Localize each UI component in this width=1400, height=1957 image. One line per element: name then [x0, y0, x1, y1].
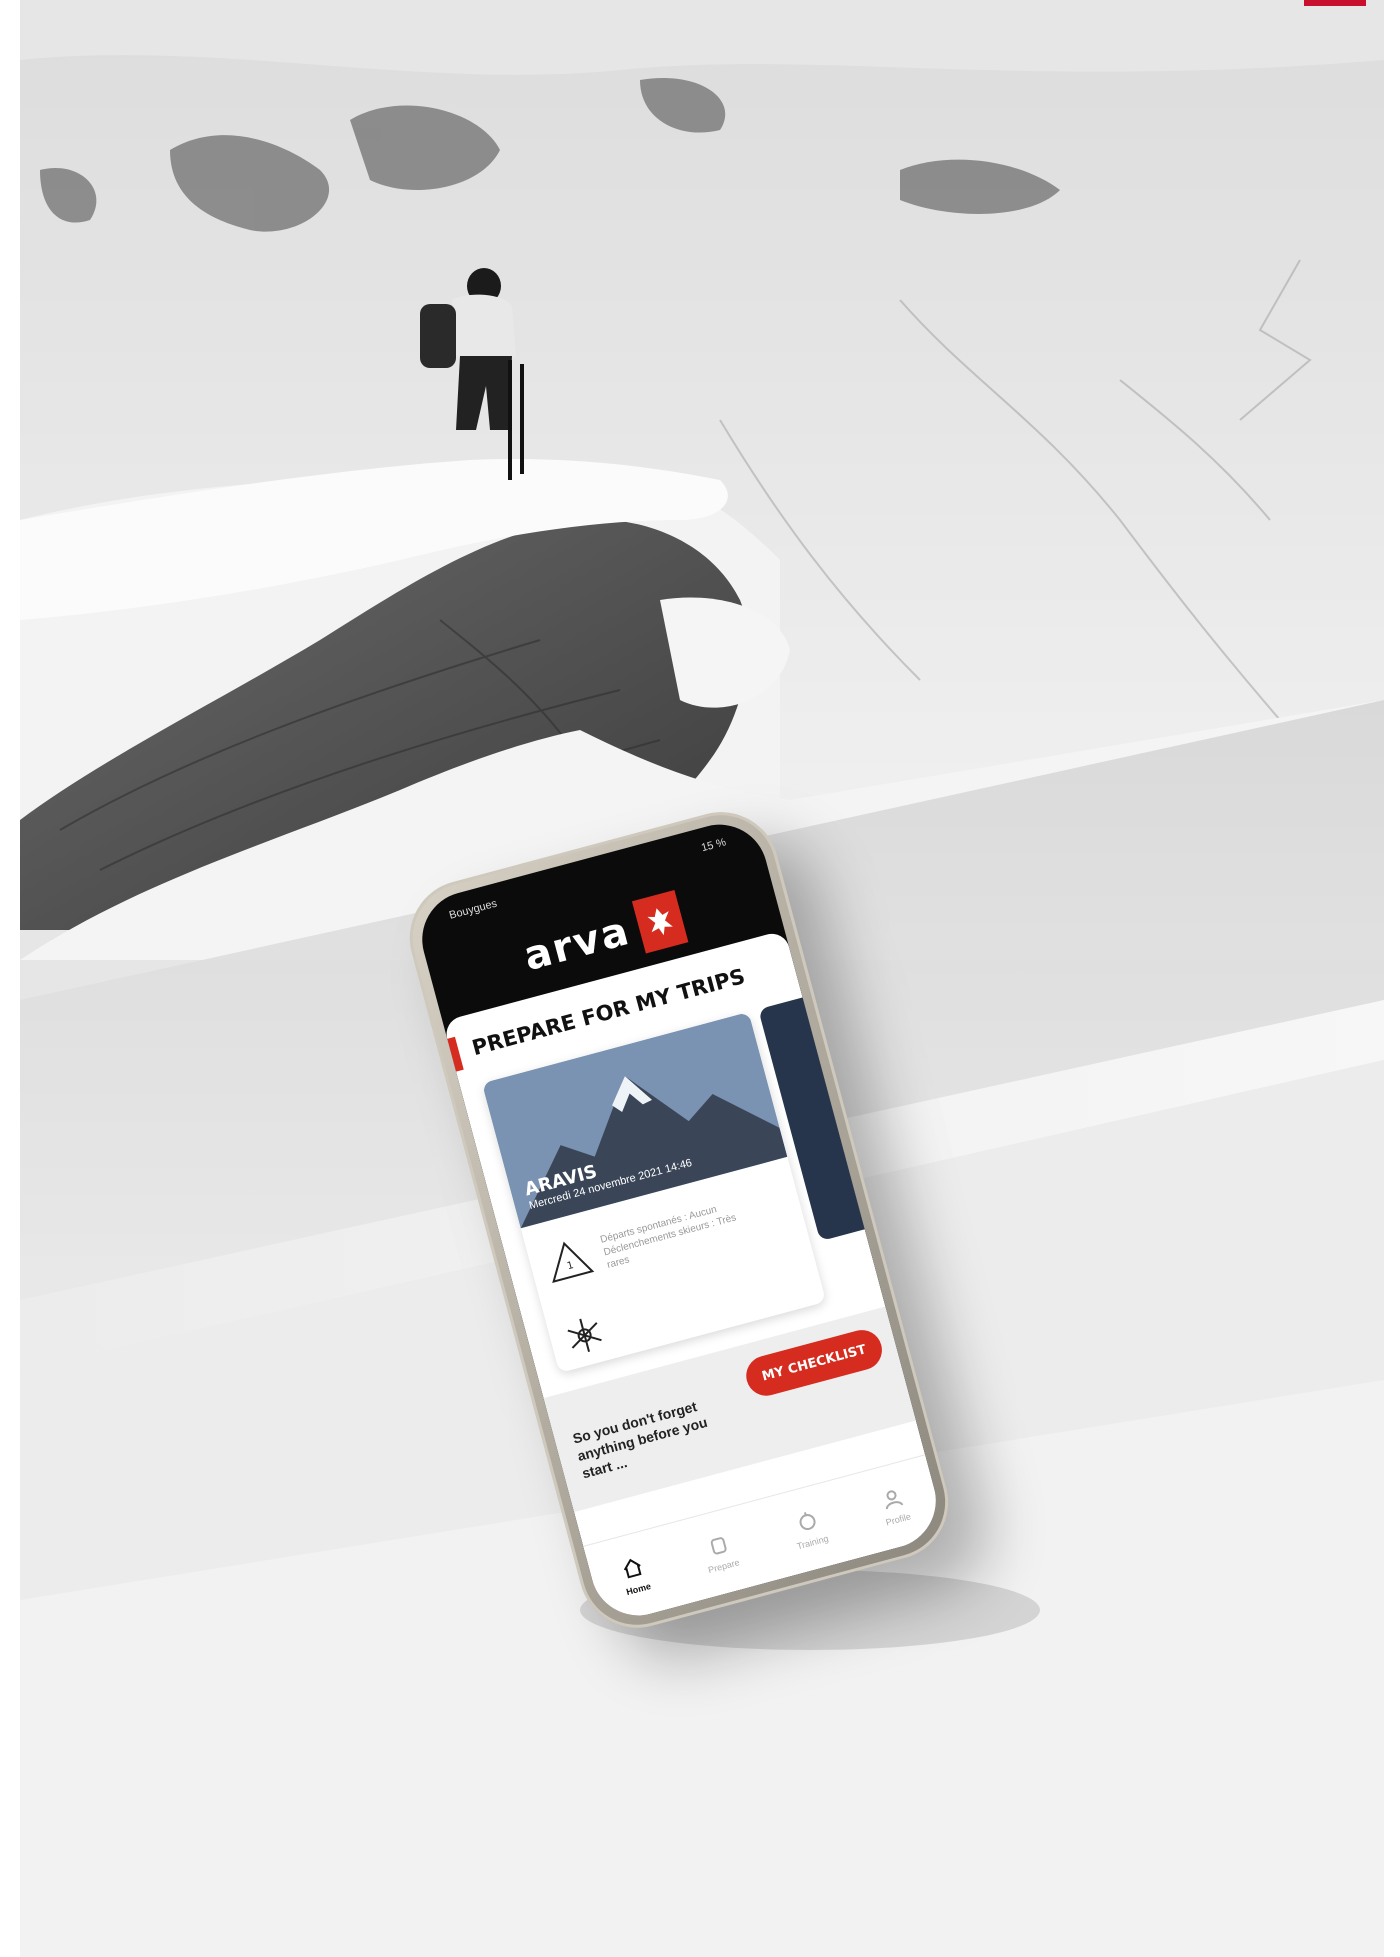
tab-home-label: Home [625, 1580, 652, 1598]
tab-training[interactable]: Training [789, 1506, 830, 1551]
avalanche-risk-text: Départs spontanés : Aucun Déclenchements… [599, 1204, 738, 1271]
carrier-label: Bouygues [447, 897, 499, 922]
tab-home[interactable]: Home [618, 1554, 652, 1597]
snowflake-icon [567, 1318, 610, 1364]
corner-accent-bar [1304, 0, 1366, 6]
tab-profile[interactable]: Profile [877, 1484, 912, 1528]
app-logo: arva [519, 907, 636, 981]
tab-profile-label: Profile [884, 1511, 912, 1528]
snow-row [560, 1311, 610, 1365]
backpack-icon [705, 1531, 732, 1560]
checklist-text: So you don't forget anything before you … [570, 1398, 710, 1482]
home-icon [619, 1554, 646, 1583]
photo-frame: Bouygues 15 % arva PREPARE FOR MY TRIPS [20, 0, 1384, 1957]
battery-label: 15 % [699, 836, 728, 855]
beacon-icon [794, 1508, 821, 1537]
tab-prepare[interactable]: Prepare [700, 1530, 741, 1575]
my-checklist-button[interactable]: MY CHECKLIST [741, 1325, 887, 1401]
arva-flame-icon [631, 889, 689, 954]
avalanche-risk-mountain-icon: 1 [539, 1232, 598, 1292]
svg-text:1: 1 [566, 1260, 575, 1272]
profile-icon [879, 1485, 906, 1514]
